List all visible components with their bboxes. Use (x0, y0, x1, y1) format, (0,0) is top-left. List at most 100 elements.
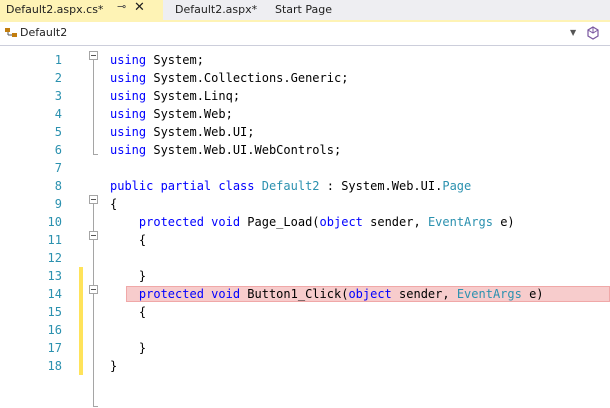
text-token: e) (521, 287, 544, 301)
line-number: 7 (54, 161, 62, 175)
code-line[interactable]: 17 } (0, 339, 610, 357)
code-text: protected void Button1_Click(object send… (110, 285, 544, 303)
keyword-token: using (110, 71, 147, 85)
code-text: public partial class Default2 : System.W… (110, 177, 471, 195)
code-line[interactable]: 1 using System; (0, 51, 610, 69)
text-token: System; (146, 53, 204, 67)
close-icon[interactable]: ✕ (134, 0, 145, 15)
type-token: EventArgs (427, 215, 493, 229)
text-token: { (110, 233, 147, 247)
code-editor[interactable]: 1 using System; 2 using System.Collections.… (0, 46, 610, 408)
code-line[interactable]: 6 using System.Web.UI.WebControls; (0, 141, 610, 159)
code-text: using System.Web.UI; (110, 123, 255, 141)
code-line[interactable]: 18} (0, 357, 610, 375)
code-line[interactable]: 16 (0, 321, 610, 339)
keyword-token: using (110, 143, 147, 157)
code-text: using System.Linq; (110, 87, 240, 105)
line-number: 18 (47, 359, 62, 373)
type-token: EventArgs (456, 287, 522, 301)
text-token: e) (492, 215, 515, 229)
code-text: } (110, 339, 146, 357)
change-marker (79, 339, 83, 357)
text-token: } (110, 359, 118, 373)
text-token: sender, (391, 287, 457, 301)
code-line[interactable]: 4 using System.Web; (0, 105, 610, 123)
code-text: } (110, 267, 146, 285)
text-token: sender, (362, 215, 428, 229)
code-line[interactable]: 3 using System.Linq; (0, 87, 610, 105)
keyword-token: using (110, 107, 147, 121)
line-number: 14 (47, 287, 62, 301)
code-text: using System.Collections.Generic; (110, 69, 348, 87)
text-token: { (110, 305, 147, 319)
keyword-token: protected void (138, 287, 241, 301)
code-line[interactable]: 14 protected void Button1_Click(object s… (0, 285, 610, 303)
type-token: Default2 (261, 179, 320, 193)
text-token: Page_Load( (240, 215, 320, 229)
code-text: protected void Page_Load(object sender, … (110, 213, 515, 231)
text-token: System.Web; (146, 107, 233, 121)
code-line[interactable]: 11 { (0, 231, 610, 249)
change-marker (79, 285, 83, 303)
chevron-down-icon[interactable]: ▼ (570, 22, 576, 44)
text-token: System.Web.UI.WebControls; (146, 143, 342, 157)
line-number: 6 (54, 143, 62, 157)
text-token: System.Collections.Generic; (146, 71, 349, 85)
change-marker (79, 321, 83, 339)
line-number: 12 (47, 251, 62, 265)
line-number: 2 (54, 71, 62, 85)
text-token: System.Linq; (146, 89, 241, 103)
keyword-token: object (348, 287, 392, 301)
line-number: 9 (54, 197, 62, 211)
keyword-token: protected void (138, 215, 241, 229)
code-line[interactable]: 5 using System.Web.UI; (0, 123, 610, 141)
code-line[interactable]: 15 { (0, 303, 610, 321)
line-number: 5 (54, 125, 62, 139)
code-line[interactable]: 2 using System.Collections.Generic; (0, 69, 610, 87)
line-number: 17 (47, 341, 62, 355)
text-token: { (110, 197, 118, 211)
outline-guide (93, 406, 98, 407)
line-number: 4 (54, 107, 62, 121)
change-marker (79, 303, 83, 321)
code-line[interactable]: 10 protected void Page_Load(object sende… (0, 213, 610, 231)
code-line[interactable]: 7 (0, 159, 610, 177)
keyword-token: using (110, 53, 147, 67)
change-marker (79, 267, 83, 285)
text-token: } (110, 341, 147, 355)
class-icon (5, 28, 17, 37)
keyword-token: object (319, 215, 363, 229)
change-marker (79, 357, 83, 375)
code-text: using System.Web; (110, 105, 233, 123)
code-text: using System; (110, 51, 204, 69)
tab-label: Default2.aspx* (175, 3, 258, 16)
code-line[interactable]: 8 public partial class Default2 : System.… (0, 177, 610, 195)
code-text: { (110, 231, 146, 249)
line-number: 10 (47, 215, 62, 229)
code-line[interactable]: 9{ (0, 195, 610, 213)
text-token: : System.Web.UI. (319, 179, 443, 193)
code-text: } (110, 357, 117, 375)
code-line[interactable]: 13 } (0, 267, 610, 285)
keyword-token: using (110, 125, 147, 139)
line-number: 1 (54, 53, 62, 67)
text-token: System.Web.UI; (146, 125, 255, 139)
keyword-token: using (110, 89, 147, 103)
tab-start-page[interactable]: Start Page (275, 0, 332, 20)
line-number: 3 (54, 89, 62, 103)
keyword-token: public partial class (110, 179, 262, 193)
code-line[interactable]: 12 (0, 249, 610, 267)
line-number: 11 (47, 233, 62, 247)
tab-label: Default2.aspx.cs* (6, 3, 104, 16)
member-icon[interactable] (586, 26, 600, 40)
line-number: 13 (47, 269, 62, 283)
tab-default2-aspx[interactable]: Default2.aspx* (175, 0, 257, 20)
text-token: Button1_Click( (240, 287, 349, 301)
navigation-bar: Default2 ▼ (0, 22, 610, 46)
code-text: using System.Web.UI.WebControls; (110, 141, 341, 159)
type-token: Page (442, 179, 472, 193)
pin-icon[interactable]: ⊸ (117, 0, 126, 13)
line-number: 8 (54, 179, 62, 193)
